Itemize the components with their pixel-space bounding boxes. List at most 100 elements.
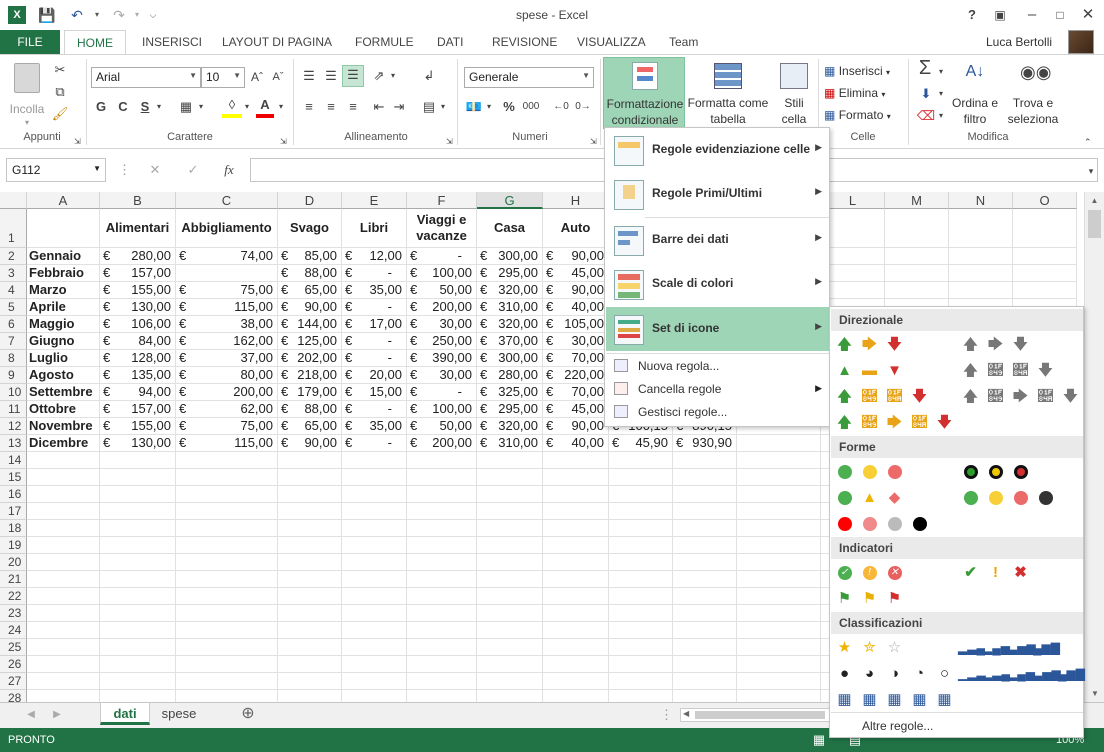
cell[interactable]	[100, 622, 176, 639]
cell[interactable]	[342, 520, 407, 537]
column-header[interactable]: C	[176, 192, 278, 209]
column-header[interactable]: F	[407, 192, 477, 209]
cell[interactable]	[543, 690, 609, 702]
row-header[interactable]: 21	[0, 571, 27, 588]
cell[interactable]	[673, 588, 737, 605]
cell[interactable]	[27, 486, 100, 503]
align-right-icon[interactable]: ≡	[344, 98, 362, 116]
format-painter-icon[interactable]: 🖌	[50, 105, 70, 123]
tab-visualizza[interactable]: VISUALIZZA	[569, 30, 654, 54]
cell[interactable]	[737, 469, 821, 486]
cell[interactable]	[27, 605, 100, 622]
month-cell[interactable]: Novembre	[27, 418, 100, 435]
cell[interactable]	[407, 673, 477, 690]
thousands-button[interactable]: 000	[520, 98, 542, 116]
decrease-decimal-icon[interactable]: 0→	[574, 98, 592, 116]
cell[interactable]	[543, 469, 609, 486]
amount-cell[interactable]: €300,00	[477, 350, 543, 367]
amount-cell[interactable]: € -	[407, 384, 477, 401]
cell[interactable]	[342, 554, 407, 571]
amount-cell[interactable]: €12,00	[342, 248, 407, 265]
amount-cell[interactable]: €62,00	[176, 401, 278, 418]
scroll-up-icon[interactable]: ▲	[1085, 196, 1104, 205]
cell[interactable]	[100, 503, 176, 520]
amount-cell[interactable]: €40,00	[543, 299, 609, 316]
amount-cell[interactable]: €35,00	[342, 282, 407, 299]
borders-dropdown-icon[interactable]: ▾	[196, 98, 206, 116]
cell[interactable]	[407, 452, 477, 469]
cell[interactable]	[407, 486, 477, 503]
cell[interactable]	[342, 588, 407, 605]
cell[interactable]	[342, 571, 407, 588]
cell[interactable]	[27, 588, 100, 605]
cell[interactable]	[737, 503, 821, 520]
orientation-icon[interactable]: ⇗	[370, 67, 388, 85]
amount-cell[interactable]: €295,00	[477, 401, 543, 418]
italic-button[interactable]: C	[116, 98, 130, 116]
cell[interactable]	[1013, 265, 1077, 282]
cell[interactable]	[885, 248, 949, 265]
cell[interactable]	[100, 639, 176, 656]
borders-icon[interactable]: ▦	[176, 98, 196, 116]
cut-icon[interactable]: ✂	[50, 61, 70, 79]
decrease-indent-icon[interactable]: ⇤	[370, 98, 388, 116]
cell[interactable]	[176, 520, 278, 537]
amount-cell[interactable]: €106,00	[100, 316, 176, 333]
month-cell[interactable]: Gennaio	[27, 248, 100, 265]
icon-set-4-arrows-colored[interactable]: 🡅 🡉 🡊 🡇	[832, 387, 932, 407]
cell[interactable]	[673, 537, 737, 554]
cell[interactable]	[278, 452, 342, 469]
cell[interactable]	[27, 673, 100, 690]
cell[interactable]	[737, 673, 821, 690]
cell[interactable]	[609, 520, 673, 537]
autosum-dropdown-icon[interactable]: ▾	[936, 63, 946, 81]
cell[interactable]	[407, 571, 477, 588]
cell[interactable]	[342, 656, 407, 673]
fill-dropdown-icon[interactable]: ▾	[936, 85, 946, 103]
help-icon[interactable]: ?	[958, 4, 986, 26]
row-header[interactable]: 15	[0, 469, 27, 486]
amount-cell[interactable]: €320,00	[477, 282, 543, 299]
amount-cell[interactable]: €45,00	[543, 265, 609, 282]
cell[interactable]	[278, 571, 342, 588]
tab-team[interactable]: Team	[661, 30, 706, 54]
cell[interactable]	[407, 588, 477, 605]
cell[interactable]	[821, 282, 885, 299]
align-top-icon[interactable]: ☰	[300, 67, 318, 85]
cell[interactable]	[176, 571, 278, 588]
amount-cell[interactable]: €90,00	[543, 282, 609, 299]
cell[interactable]	[543, 639, 609, 656]
amount-cell[interactable]: € -	[342, 435, 407, 452]
cell-styles-button[interactable]: Stili cella	[772, 57, 816, 129]
cell[interactable]	[477, 486, 543, 503]
cell[interactable]	[737, 554, 821, 571]
amount-cell[interactable]: €65,00	[278, 282, 342, 299]
avatar[interactable]	[1068, 30, 1094, 54]
amount-cell[interactable]: €128,00	[100, 350, 176, 367]
icon-set-4-arrows-gray[interactable]: 🡅 🡉 🡊 🡇	[958, 361, 1058, 381]
amount-cell[interactable]: € -	[342, 350, 407, 367]
row-header[interactable]: 4	[0, 282, 27, 299]
menu-item-new-rule[interactable]: Nuova regola...	[606, 355, 830, 377]
cell[interactable]	[1013, 248, 1077, 265]
amount-cell[interactable]: € -	[342, 299, 407, 316]
cell[interactable]	[278, 673, 342, 690]
cell[interactable]	[737, 690, 821, 702]
amount-cell[interactable]: €105,00	[543, 316, 609, 333]
cell[interactable]	[543, 486, 609, 503]
cell[interactable]	[737, 435, 821, 452]
header-cell[interactable]: Svago	[278, 209, 342, 248]
cell[interactable]	[278, 690, 342, 702]
cell[interactable]	[278, 537, 342, 554]
cell[interactable]	[609, 469, 673, 486]
icon-set-3-symbols-circled[interactable]: ✓! ✕	[832, 563, 907, 583]
cell[interactable]	[673, 690, 737, 702]
cell[interactable]	[176, 554, 278, 571]
header-cell[interactable]: Libri	[342, 209, 407, 248]
cell[interactable]	[949, 209, 1013, 248]
cell[interactable]	[609, 673, 673, 690]
amount-cell[interactable]: € -	[342, 265, 407, 282]
cell[interactable]	[477, 571, 543, 588]
cell[interactable]	[407, 520, 477, 537]
icon-set-4-ratings[interactable]: ▂▃▄▂▄▅▃▅▆▄▆▇	[958, 638, 1060, 658]
